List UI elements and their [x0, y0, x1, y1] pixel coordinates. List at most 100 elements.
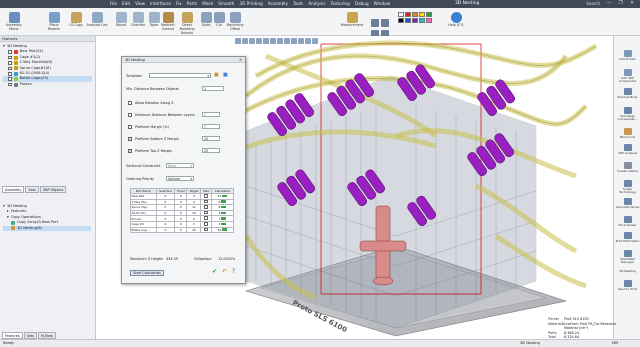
measurement-button[interactable]: Measurement	[340, 12, 364, 28]
visibility-checkbox[interactable]	[8, 66, 12, 71]
create-lattice-button[interactable]: Create Lattice	[615, 162, 640, 173]
taper-button[interactable]: Taper	[147, 12, 161, 28]
3dp-analysis-button[interactable]: 3DP Analysis	[615, 144, 640, 155]
close-icon[interactable]: ✕	[239, 58, 242, 62]
zoom-icon[interactable]	[371, 19, 379, 27]
max-checkbox[interactable]	[204, 199, 208, 204]
transparency-icon[interactable]	[291, 38, 297, 44]
tab-m-view[interactable]: M-View	[37, 332, 56, 339]
platform-top-checkbox[interactable]	[128, 149, 132, 153]
help-button[interactable]: Help (F1)	[448, 12, 464, 28]
min-layers-input[interactable]: 5	[202, 112, 220, 117]
sectional-constraint-dropdown[interactable]: None ▾	[166, 163, 194, 168]
menu-tools[interactable]: Tools	[293, 1, 303, 6]
tab-features[interactable]: Features	[2, 332, 23, 339]
shading-icon[interactable]	[270, 38, 276, 44]
tree-item[interactable]: Proven	[3, 82, 92, 87]
iso-view-icon[interactable]	[263, 38, 269, 44]
visibility-checkbox[interactable]	[8, 50, 12, 54]
machining-offset-button[interactable]: Machining Offset	[226, 12, 244, 32]
tab-sets-bottom[interactable]: Sets	[23, 332, 37, 339]
menu-file[interactable]: File	[110, 1, 117, 6]
color-swatch[interactable]	[426, 18, 432, 23]
visibility-checkbox[interactable]	[8, 77, 12, 81]
color-swatch[interactable]	[426, 12, 432, 17]
menu-analysis[interactable]: Analysis	[308, 1, 325, 6]
blend-cut-button[interactable]: Blend Cut	[615, 128, 640, 139]
template-dropdown[interactable]: ▾	[149, 73, 211, 78]
max-checkbox[interactable]	[204, 227, 208, 232]
round-button[interactable]: Round	[114, 12, 128, 28]
expand-icon[interactable]: ▾	[3, 44, 5, 49]
shadow-body-button[interactable]: Shadow Body	[615, 88, 640, 99]
load-template-icon[interactable]: ■	[214, 72, 219, 78]
color-swatch[interactable]	[405, 12, 411, 17]
save-template-icon[interactable]: ■	[223, 72, 228, 78]
menu-interfaces[interactable]: Interfaces	[150, 1, 171, 6]
platform-bottom-checkbox[interactable]	[128, 137, 132, 141]
print-estimation-button[interactable]: Print Estimation	[615, 232, 640, 243]
color-swatch[interactable]	[398, 12, 404, 17]
visibility-checkbox[interactable]	[8, 61, 12, 65]
max-checkbox[interactable]	[204, 216, 208, 220]
menu-smooth[interactable]: Smooth	[218, 1, 234, 6]
wireframe-icon[interactable]	[277, 38, 283, 44]
search-box[interactable]: Search	[586, 1, 600, 6]
visibility-checkbox[interactable]	[8, 82, 12, 87]
send-to-print-button[interactable]: Send to Print	[615, 280, 640, 291]
slice-viewer-button[interactable]: Slice Viewer	[615, 216, 640, 227]
max-checkbox[interactable]	[204, 210, 208, 215]
platform-bottom-input[interactable]: 10	[202, 136, 220, 141]
start-calculation-button[interactable]: Start Calculation	[130, 270, 164, 276]
add-3dp-component-button[interactable]: Add 3DP Component	[615, 69, 640, 84]
front-view-icon[interactable]	[242, 38, 248, 44]
help-icon[interactable]: ?	[232, 268, 235, 275]
color-swatch[interactable]	[405, 18, 411, 23]
scale-button[interactable]: Scale	[200, 12, 212, 28]
analysis-lite-button[interactable]: Analysis Lite	[86, 12, 108, 28]
expand-icon[interactable]: ▾	[3, 204, 5, 209]
calculate-slices-button[interactable]: Calculate Slices	[615, 198, 640, 209]
apply-icon[interactable]: ✔	[212, 268, 217, 275]
section-icon[interactable]	[284, 38, 290, 44]
zoom-fit-icon[interactable]	[381, 19, 389, 27]
cut-button[interactable]: Cut	[213, 12, 225, 28]
allow-rotation-checkbox[interactable]	[128, 101, 132, 105]
menu-window[interactable]: Window	[374, 1, 391, 6]
menu-texturing[interactable]: Texturing	[331, 1, 350, 6]
platform-margin-checkbox[interactable]	[128, 125, 132, 129]
status-units[interactable]: MM	[612, 341, 618, 345]
menu-3d-printing[interactable]: 3D Printing	[239, 1, 262, 6]
min-distance-input[interactable]: 1	[202, 86, 224, 91]
top-view-icon[interactable]	[249, 38, 255, 44]
direct-modeling-rounds-button[interactable]: Direct Modeling Rounds	[176, 12, 198, 35]
shrinkage-button[interactable]: Shrinkage Compensat...	[615, 107, 640, 122]
grid-icon[interactable]	[312, 38, 318, 44]
tab-3dp-objects[interactable]: 3DP Objects	[39, 186, 67, 193]
assembly-mirror-button[interactable]: Assembly Mirror	[4, 12, 24, 32]
menu-parts[interactable]: Parts	[187, 1, 197, 6]
single-technology-button[interactable]: Single Technology	[615, 180, 640, 195]
menu-mesh[interactable]: Mesh	[202, 1, 213, 6]
tab-assembly[interactable]: Assembly	[2, 186, 25, 193]
platform-margin-input[interactable]: 5	[202, 124, 220, 129]
color-swatch[interactable]	[419, 12, 425, 17]
menu-view[interactable]: View	[135, 1, 145, 6]
color-swatch[interactable]	[398, 18, 404, 23]
menu-edit[interactable]: Edit	[122, 1, 130, 6]
color-palette[interactable]	[398, 12, 432, 23]
redirect-extend-button[interactable]: Redirect Extend	[160, 12, 176, 32]
ordering-priority-dropdown[interactable]: Volume ▾	[166, 176, 194, 181]
color-swatch[interactable]	[412, 18, 418, 23]
menu-assembly[interactable]: Assembly	[268, 1, 288, 6]
min-layers-checkbox[interactable]	[128, 113, 132, 117]
max-checkbox[interactable]	[204, 221, 208, 226]
side-view-icon[interactable]	[256, 38, 262, 44]
home-view-icon[interactable]	[235, 38, 241, 44]
3d-nesting-button[interactable]: 3D Nesting	[615, 269, 640, 273]
window-controls[interactable]: — ❐ ✕	[607, 1, 637, 6]
menu-debug[interactable]: Debug	[355, 1, 369, 6]
start-wall-manager-button[interactable]: Start/Wall Manager	[615, 250, 640, 265]
visibility-checkbox[interactable]	[8, 55, 12, 60]
max-checkbox[interactable]	[204, 205, 208, 209]
